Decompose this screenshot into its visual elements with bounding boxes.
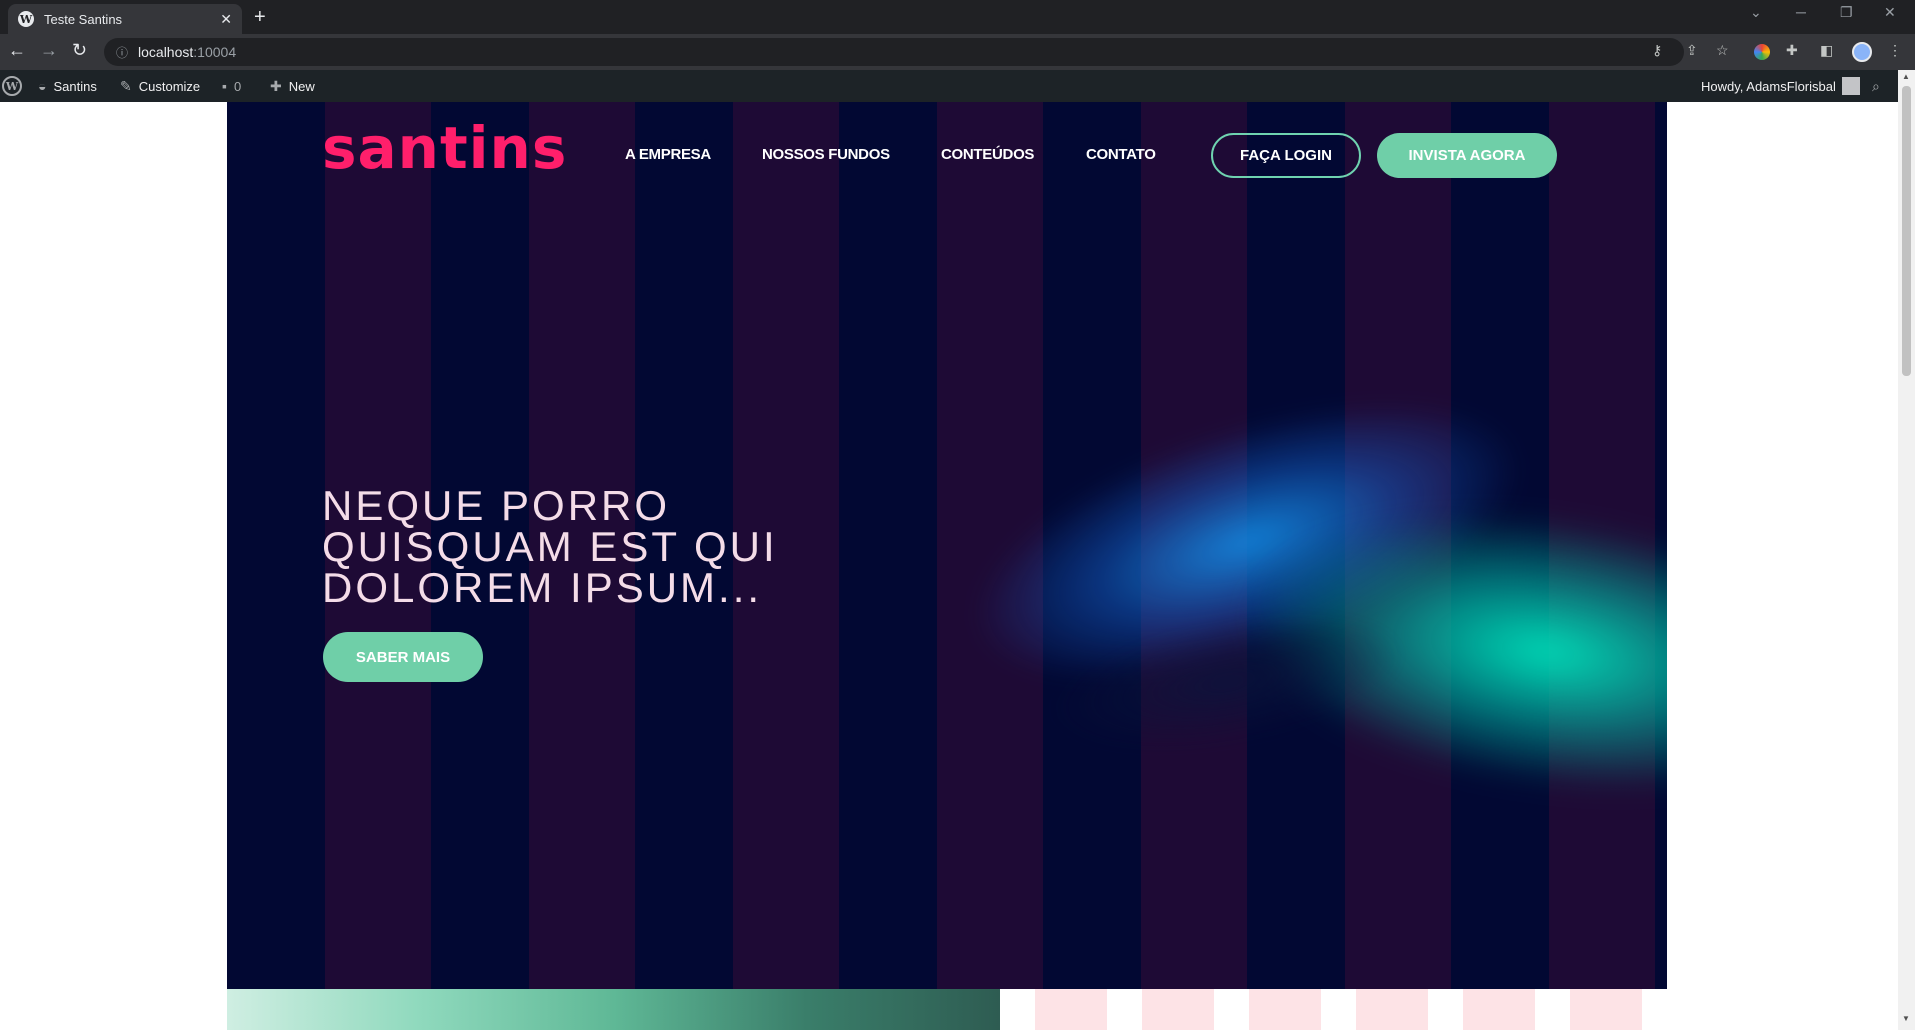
plus-icon: ✚ bbox=[270, 77, 282, 94]
wp-logo-menu[interactable]: W bbox=[2, 70, 22, 102]
sidebar-icon[interactable]: ◧ bbox=[1820, 42, 1833, 59]
saber-mais-button[interactable]: SABER MAIS bbox=[323, 632, 483, 682]
forward-arrow-icon[interactable]: → bbox=[40, 40, 58, 61]
user-avatar bbox=[1841, 77, 1860, 95]
nav-item-conteudos[interactable]: CONTEÚDOS bbox=[941, 146, 1034, 163]
scroll-down-icon[interactable]: ▼ bbox=[1902, 1014, 1910, 1023]
puzzle-icon[interactable]: ✚ bbox=[1786, 42, 1798, 59]
menu-dots-icon[interactable]: ⋮ bbox=[1888, 42, 1902, 59]
hero-title: NEQUE PORRO QUISQUAM EST QUI DOLOREM IPS… bbox=[322, 482, 882, 611]
url-port: :10004 bbox=[193, 44, 237, 60]
wordpress-favicon-icon: W bbox=[18, 11, 34, 27]
tab-close-icon[interactable]: ✕ bbox=[220, 11, 232, 28]
reload-icon[interactable]: ↻ bbox=[72, 40, 87, 61]
invest-button[interactable]: INVISTA AGORA bbox=[1377, 133, 1557, 178]
hero-title-line: NEQUE PORRO bbox=[322, 482, 671, 529]
color-extension-icon[interactable] bbox=[1754, 44, 1770, 60]
wp-customize[interactable]: ✎ Customize bbox=[120, 70, 200, 102]
address-bar[interactable]: ⓘ localhost:10004 bbox=[104, 38, 1684, 66]
profile-avatar[interactable] bbox=[1852, 42, 1872, 62]
next-section-image bbox=[227, 989, 1000, 1030]
wp-admin-bar: W ◒ Santins ✎ Customize ▪ 0 ✚ New Howdy,… bbox=[0, 70, 1898, 102]
customize-label: Customize bbox=[138, 78, 201, 94]
comments-count: 0 bbox=[233, 78, 242, 94]
nav-item-a-empresa[interactable]: A EMPRESA bbox=[625, 146, 711, 163]
hero-title-line: QUISQUAM EST QUI bbox=[322, 523, 778, 570]
site-name-label: Santins bbox=[53, 78, 97, 94]
wp-site-name[interactable]: ◒ Santins bbox=[38, 70, 97, 102]
restore-icon[interactable]: ❐ bbox=[1840, 4, 1853, 21]
next-section-stripes bbox=[1000, 989, 1667, 1030]
howdy-label: Howdy, AdamsFlorisbal bbox=[1701, 78, 1836, 94]
site-info-icon[interactable]: ⓘ bbox=[116, 44, 128, 61]
tab-search-chevron-icon[interactable]: ⌄ bbox=[1750, 4, 1762, 21]
hero-section: santins A EMPRESA NOSSOS FUNDOS CONTEÚDO… bbox=[227, 102, 1667, 989]
brush-icon: ✎ bbox=[120, 77, 132, 94]
nav-item-nossos-fundos[interactable]: NOSSOS FUNDOS bbox=[762, 146, 890, 163]
wp-search[interactable]: ⌕ bbox=[1872, 70, 1887, 102]
hero-title-line: DOLOREM IPSUM... bbox=[322, 564, 763, 611]
browser-tab[interactable]: W Teste Santins ✕ bbox=[8, 4, 242, 34]
comment-icon: ▪ bbox=[222, 78, 227, 94]
nav-item-contato[interactable]: CONTATO bbox=[1086, 146, 1156, 163]
browser-toolbar: ← → ↻ ⓘ localhost:10004 ⚷ ⇪ ☆ ✚ ◧ ⋮ bbox=[0, 34, 1915, 70]
wp-new[interactable]: ✚ New bbox=[270, 70, 315, 102]
page-scrollbar[interactable]: ▲ ▼ bbox=[1898, 70, 1915, 1030]
star-icon[interactable]: ☆ bbox=[1716, 42, 1729, 59]
wp-my-account[interactable]: Howdy, AdamsFlorisbal bbox=[1701, 70, 1860, 102]
new-tab-icon[interactable]: + bbox=[254, 6, 266, 29]
site-logo[interactable]: santins bbox=[322, 114, 567, 182]
back-arrow-icon[interactable]: ← bbox=[8, 40, 26, 61]
browser-tab-strip: W Teste Santins ✕ + ⌄ ─ ❐ ✕ bbox=[0, 0, 1915, 34]
login-button[interactable]: FAÇA LOGIN bbox=[1211, 133, 1361, 178]
key-icon[interactable]: ⚷ bbox=[1652, 42, 1662, 59]
minimize-icon[interactable]: ─ bbox=[1796, 4, 1806, 20]
share-icon[interactable]: ⇪ bbox=[1686, 42, 1698, 59]
search-icon: ⌕ bbox=[1872, 77, 1880, 94]
scrollbar-thumb[interactable] bbox=[1902, 86, 1911, 376]
tab-title: Teste Santins bbox=[44, 11, 123, 27]
wp-comments[interactable]: ▪ 0 bbox=[222, 70, 241, 102]
scroll-up-icon[interactable]: ▲ bbox=[1902, 72, 1910, 81]
new-label: New bbox=[288, 78, 315, 94]
url-host: localhost bbox=[138, 44, 194, 60]
wordpress-logo-icon: W bbox=[2, 76, 22, 96]
dashboard-icon: ◒ bbox=[38, 78, 47, 94]
close-window-icon[interactable]: ✕ bbox=[1884, 4, 1896, 21]
